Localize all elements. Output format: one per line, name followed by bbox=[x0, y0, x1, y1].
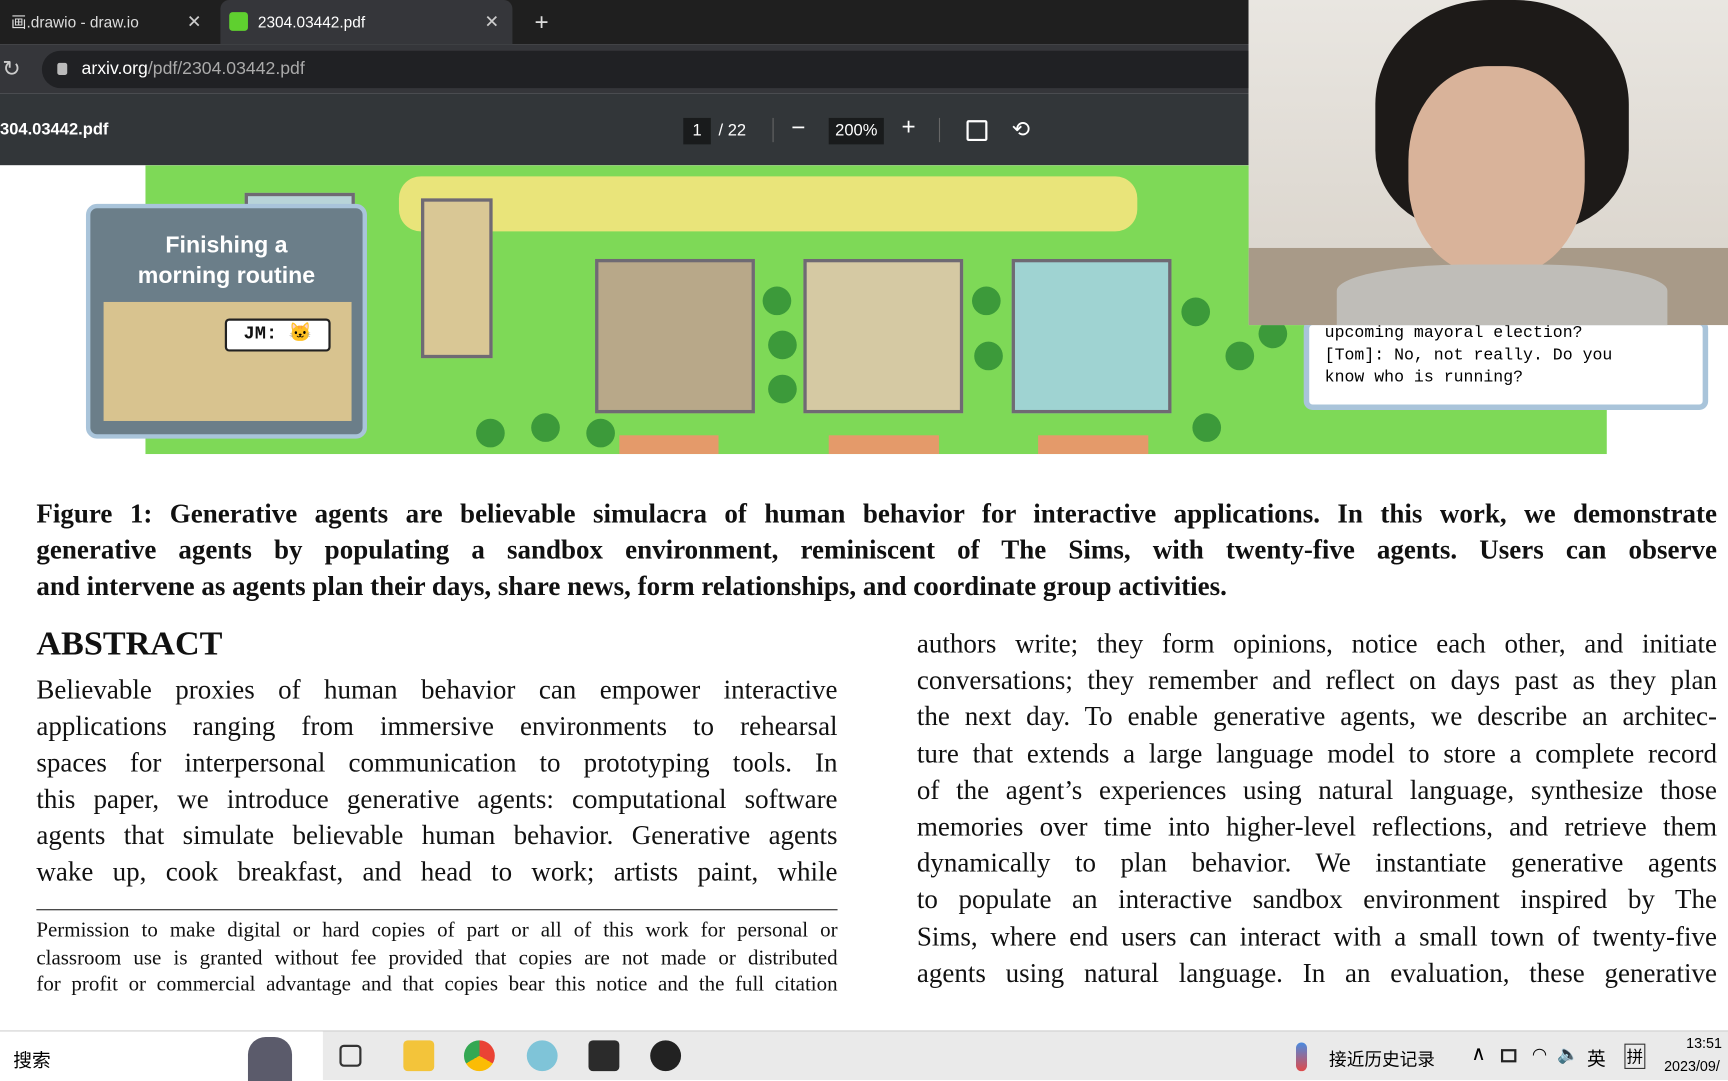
text-line: applications ranging from immersive envi… bbox=[36, 711, 838, 742]
tab-bar: 画.drawio - draw.io ✕ 2304.03442.pdf ✕ + bbox=[0, 0, 1249, 45]
text-line: authors write; they form opinions, notic… bbox=[916, 629, 1717, 660]
volume-icon[interactable]: 🔈 bbox=[1557, 1044, 1579, 1066]
zoom-out-button[interactable]: − bbox=[791, 114, 805, 143]
new-tab-button[interactable]: + bbox=[523, 0, 559, 44]
clock-date[interactable]: 2023/09/ bbox=[1664, 1058, 1720, 1075]
inset-title: Finishing a morning routine bbox=[137, 232, 316, 289]
inset-morning-routine: Finishing a morning routine JM: 🐱 bbox=[85, 203, 367, 439]
close-tab-icon[interactable]: ✕ bbox=[484, 11, 499, 33]
chrome-icon[interactable] bbox=[463, 1040, 495, 1072]
building bbox=[1011, 258, 1172, 414]
speech-bubble: JM: 🐱 bbox=[224, 318, 331, 352]
roof bbox=[828, 435, 939, 455]
webcam-overlay bbox=[1248, 0, 1728, 326]
app-icon[interactable] bbox=[526, 1040, 558, 1072]
text-line: the next day. To enable generative agent… bbox=[916, 702, 1717, 733]
taskbar: 搜索 接近历史记录 ∧ ◠ 🔈 英 拼 13:51 2023/09/ bbox=[0, 1030, 1728, 1081]
ime-mode[interactable]: 拼 bbox=[1624, 1043, 1646, 1069]
chevron-up-icon[interactable]: ∧ bbox=[1471, 1043, 1486, 1066]
close-tab-icon[interactable]: ✕ bbox=[187, 11, 202, 33]
lock-icon bbox=[57, 62, 68, 75]
abstract-heading: ABSTRACT bbox=[36, 623, 223, 663]
text-line: classroom use is granted without fee pro… bbox=[36, 946, 838, 970]
rotate-icon[interactable]: ⟲ bbox=[1012, 116, 1030, 144]
roof bbox=[619, 435, 719, 455]
task-view-icon[interactable] bbox=[339, 1044, 362, 1067]
url-path: /pdf/2304.03442.pdf bbox=[147, 59, 305, 79]
tab-label: 2304.03442.pdf bbox=[257, 13, 366, 31]
shirt bbox=[1336, 264, 1668, 326]
text-line: Permission to make digital or hard copie… bbox=[36, 919, 838, 943]
text-line: Sims, where end users can interact with … bbox=[916, 921, 1717, 952]
text-line: memories over time into higher-level ref… bbox=[916, 812, 1717, 842]
figure-caption-line: and intervene as agents plan their days,… bbox=[36, 571, 1227, 602]
reload-icon[interactable]: ↻ bbox=[2, 55, 20, 83]
url-input[interactable]: arxiv.org/pdf/2304.03442.pdf bbox=[41, 50, 1249, 89]
thermometer-icon bbox=[1295, 1042, 1308, 1072]
taskbar-search[interactable]: 搜索 bbox=[0, 1031, 323, 1081]
text-line: spaces for interpersonal communication t… bbox=[36, 748, 838, 779]
building bbox=[803, 258, 964, 414]
page-number-input[interactable]: 1 bbox=[683, 117, 711, 145]
dialogue-line: upcoming mayoral election? bbox=[1324, 323, 1583, 343]
obs-icon[interactable] bbox=[650, 1040, 682, 1072]
pdf-toolbar: 304.03442.pdf 1 / 22 − 200% + ⟲ bbox=[0, 93, 1249, 166]
text-line: this paper, we introduce generative agen… bbox=[36, 784, 838, 815]
divider bbox=[772, 117, 774, 143]
figure-caption-line: Figure 1: Generative agents are believab… bbox=[36, 499, 1717, 529]
tab-pdf[interactable]: 2304.03442.pdf ✕ bbox=[220, 0, 513, 45]
inset-dialogue: upcoming mayoral election? [Tom]: No, no… bbox=[1303, 319, 1709, 410]
text-line: Believable proxies of human behavior can… bbox=[36, 675, 838, 706]
dialogue-line: [Tom]: No, not really. Do you bbox=[1324, 346, 1613, 365]
dialogue-line: know who is running? bbox=[1324, 368, 1524, 387]
weather-widget[interactable]: 接近历史记录 bbox=[1329, 1045, 1435, 1071]
tab-drawio[interactable]: 画.drawio - draw.io ✕ bbox=[0, 0, 215, 44]
field bbox=[398, 176, 1138, 232]
divider bbox=[938, 117, 941, 143]
zoom-input[interactable]: 200% bbox=[828, 117, 884, 145]
favicon-icon bbox=[229, 12, 248, 31]
tab-label: 画.drawio - draw.io bbox=[11, 13, 139, 31]
text-line: dynamically to plan behavior. We instant… bbox=[916, 848, 1717, 879]
text-line: agents using natural language. In an eva… bbox=[916, 958, 1717, 989]
text-line: agents that simulate believable human be… bbox=[36, 821, 838, 851]
figure-caption-line: generative agents by populating a sandbo… bbox=[36, 535, 1717, 566]
text-line: to populate an interactive sandbox envir… bbox=[916, 885, 1717, 916]
roof bbox=[1038, 435, 1149, 455]
clock-time[interactable]: 13:51 bbox=[1686, 1035, 1722, 1052]
wifi-icon[interactable]: ◠ bbox=[1532, 1044, 1547, 1066]
text-line: of the agent’s experiences using natural… bbox=[916, 775, 1717, 806]
terminal-icon[interactable] bbox=[588, 1040, 620, 1072]
fit-page-icon[interactable] bbox=[966, 120, 988, 142]
text-line: for profit or commercial advantage and t… bbox=[36, 973, 838, 997]
url-host: arxiv.org bbox=[81, 59, 148, 79]
building bbox=[420, 198, 493, 359]
footnote-rule bbox=[36, 909, 838, 911]
pdf-title: 304.03442.pdf bbox=[0, 120, 109, 139]
text-line: conversations; they remember and reflect… bbox=[916, 665, 1717, 696]
zoom-in-button[interactable]: + bbox=[901, 112, 915, 141]
search-label: 搜索 bbox=[13, 1050, 51, 1072]
page-total: / 22 bbox=[718, 121, 747, 140]
file-explorer-icon[interactable] bbox=[403, 1040, 435, 1072]
battery-icon[interactable] bbox=[1500, 1049, 1517, 1063]
gorilla-icon bbox=[247, 1037, 293, 1081]
face bbox=[1408, 66, 1585, 276]
text-line: wake up, cook breakfast, and head to wor… bbox=[36, 857, 838, 888]
building bbox=[595, 258, 755, 414]
ime-language[interactable]: 英 bbox=[1587, 1044, 1606, 1072]
text-line: ture that extends a large language model… bbox=[916, 739, 1717, 769]
